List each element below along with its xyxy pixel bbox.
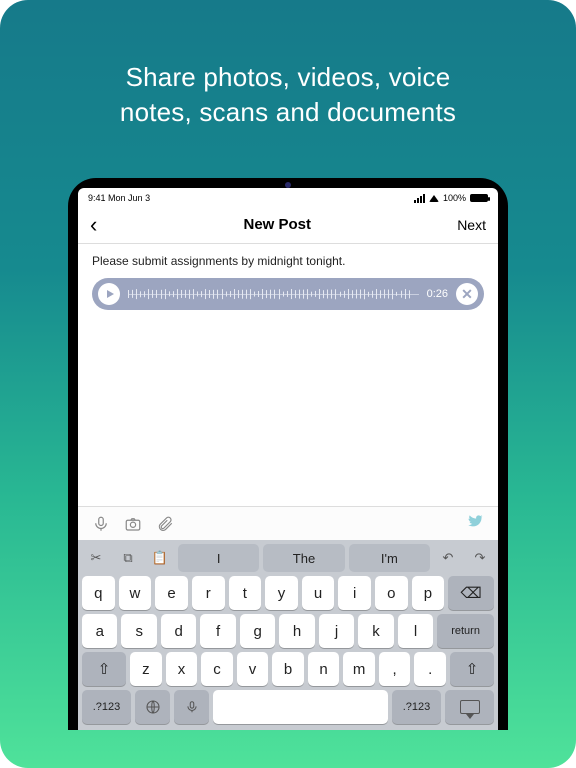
key-y[interactable]: y: [265, 576, 298, 610]
signal-icon: [414, 194, 425, 203]
device-camera: [285, 182, 291, 188]
key-u[interactable]: u: [302, 576, 335, 610]
key-m[interactable]: m: [343, 652, 375, 686]
suggestion-3[interactable]: I'm: [349, 544, 430, 572]
key-v[interactable]: v: [237, 652, 269, 686]
key-n[interactable]: n: [308, 652, 340, 686]
post-content[interactable]: Please submit assignments by midnight to…: [78, 244, 498, 506]
key-comma[interactable]: ,: [379, 652, 411, 686]
key-globe[interactable]: [135, 690, 170, 724]
key-s[interactable]: s: [121, 614, 156, 648]
key-t[interactable]: t: [229, 576, 262, 610]
key-space[interactable]: [213, 690, 388, 724]
key-e[interactable]: e: [155, 576, 188, 610]
play-button[interactable]: [98, 283, 120, 305]
key-symbols-right[interactable]: .?123: [392, 690, 441, 724]
remove-audio-button[interactable]: ✕: [456, 283, 478, 305]
camera-icon[interactable]: [124, 515, 142, 533]
audio-attachment: 0:26 ✕: [92, 278, 484, 310]
mic-icon[interactable]: [92, 515, 110, 533]
play-icon: [107, 290, 114, 298]
key-shift-right[interactable]: ⇧: [450, 652, 494, 686]
key-i[interactable]: i: [338, 576, 371, 610]
hide-keyboard-icon: [460, 700, 480, 714]
keyboard: ✂ ⧉ 📋 I The I'm ↶ ↷ q w e r t y u: [78, 540, 498, 730]
key-row-1: q w e r t y u i o p ⌫: [82, 576, 494, 610]
device-frame: 9:41 Mon Jun 3 100% ‹ New Post Next Plea…: [68, 178, 508, 730]
battery-icon: [470, 194, 488, 202]
promo-card: Share photos, videos, voice notes, scans…: [0, 0, 576, 768]
key-p[interactable]: p: [412, 576, 445, 610]
status-left: 9:41 Mon Jun 3: [88, 193, 150, 203]
key-shift-left[interactable]: ⇧: [82, 652, 126, 686]
attachment-icon[interactable]: [156, 515, 174, 533]
key-k[interactable]: k: [358, 614, 393, 648]
back-button[interactable]: ‹: [90, 214, 97, 236]
key-q[interactable]: q: [82, 576, 115, 610]
status-time: 9:41: [88, 193, 106, 203]
key-z[interactable]: z: [130, 652, 162, 686]
key-h[interactable]: h: [279, 614, 314, 648]
twitter-icon[interactable]: [466, 512, 484, 530]
cut-tool-icon[interactable]: ✂: [82, 544, 110, 572]
suggestion-2[interactable]: The: [263, 544, 344, 572]
key-c[interactable]: c: [201, 652, 233, 686]
headline-line1: Share photos, videos, voice: [120, 60, 456, 95]
status-right: 100%: [414, 193, 488, 203]
key-row-4: .?123 .?123: [82, 690, 494, 724]
key-l[interactable]: l: [398, 614, 433, 648]
key-b[interactable]: b: [272, 652, 304, 686]
key-a[interactable]: a: [82, 614, 117, 648]
nav-bar: ‹ New Post Next: [78, 206, 498, 244]
headline: Share photos, videos, voice notes, scans…: [120, 60, 456, 130]
nav-title: New Post: [244, 216, 312, 233]
key-w[interactable]: w: [119, 576, 152, 610]
attachment-toolbar: [78, 506, 498, 540]
key-j[interactable]: j: [319, 614, 354, 648]
key-x[interactable]: x: [166, 652, 198, 686]
redo-tool-icon[interactable]: ↷: [466, 544, 494, 572]
key-dictation[interactable]: [174, 690, 209, 724]
next-button[interactable]: Next: [457, 217, 486, 233]
suggestion-1[interactable]: I: [178, 544, 259, 572]
paste-tool-icon[interactable]: 📋: [146, 544, 174, 572]
keyboard-toolbar: ✂ ⧉ 📋 I The I'm ↶ ↷: [82, 544, 494, 572]
copy-tool-icon[interactable]: ⧉: [114, 544, 142, 572]
key-symbols-left[interactable]: .?123: [82, 690, 131, 724]
key-hide-keyboard[interactable]: [445, 690, 494, 724]
globe-icon: [145, 699, 161, 715]
key-row-2: a s d f g h j k l return: [82, 614, 494, 648]
close-icon: ✕: [461, 286, 473, 303]
post-text[interactable]: Please submit assignments by midnight to…: [92, 254, 484, 268]
key-g[interactable]: g: [240, 614, 275, 648]
key-backspace[interactable]: ⌫: [448, 576, 494, 610]
undo-tool-icon[interactable]: ↶: [434, 544, 462, 572]
mic-key-icon: [185, 699, 199, 715]
audio-waveform[interactable]: [128, 286, 419, 302]
status-date: Mon Jun 3: [108, 193, 150, 203]
wifi-icon: [429, 195, 439, 202]
key-d[interactable]: d: [161, 614, 196, 648]
key-f[interactable]: f: [200, 614, 235, 648]
key-return[interactable]: return: [437, 614, 494, 648]
status-bar: 9:41 Mon Jun 3 100%: [78, 188, 498, 206]
key-o[interactable]: o: [375, 576, 408, 610]
key-r[interactable]: r: [192, 576, 225, 610]
headline-line2: notes, scans and documents: [120, 95, 456, 130]
key-row-3: ⇧ z x c v b n m , . ⇧: [82, 652, 494, 686]
audio-duration: 0:26: [427, 288, 448, 300]
key-period[interactable]: .: [414, 652, 446, 686]
battery-percent: 100%: [443, 193, 466, 203]
screen: 9:41 Mon Jun 3 100% ‹ New Post Next Plea…: [78, 188, 498, 730]
